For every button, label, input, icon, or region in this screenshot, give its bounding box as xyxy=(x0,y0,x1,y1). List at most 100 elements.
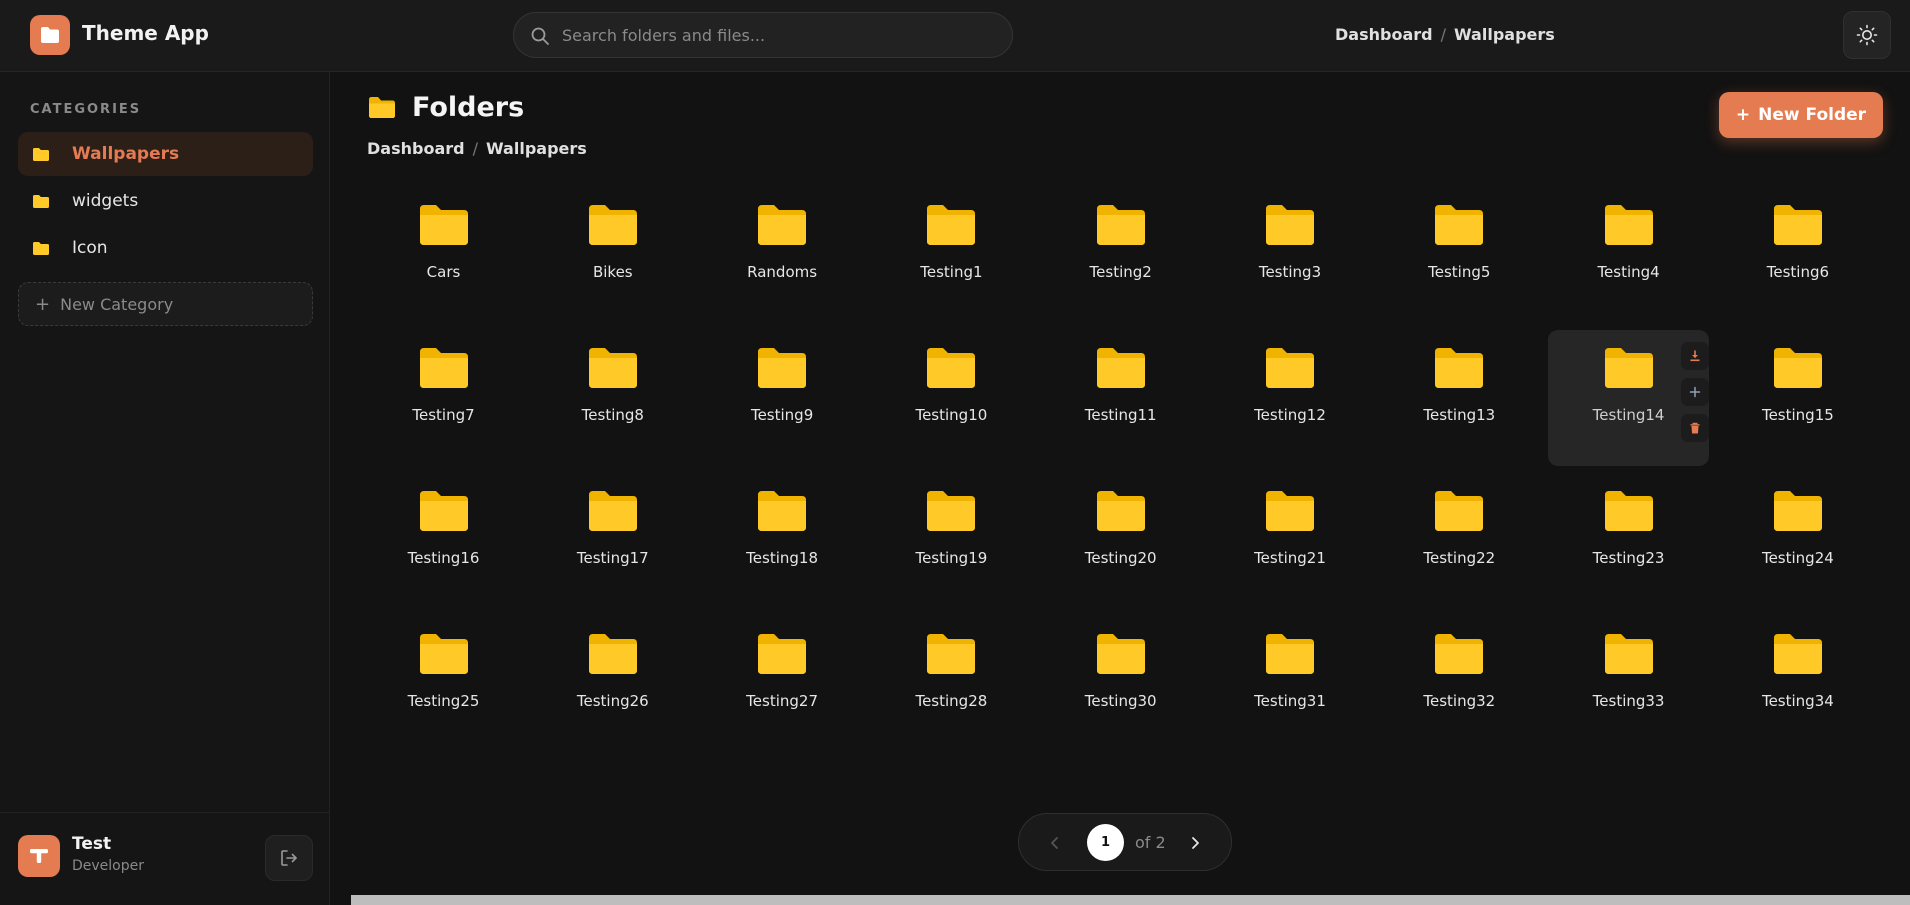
sidebar: CATEGORIES Wallpapers widgets Icon + New… xyxy=(0,72,330,905)
folder-item[interactable]: Testing20 xyxy=(1040,473,1201,609)
folder-name: Testing3 xyxy=(1258,263,1322,281)
breadcrumb-wallpapers[interactable]: Wallpapers xyxy=(1454,25,1555,44)
folder-item[interactable]: Randoms xyxy=(702,187,863,323)
folder-actions xyxy=(1681,342,1710,442)
folder-icon xyxy=(927,491,976,531)
folder-item[interactable]: Testing7 xyxy=(363,330,524,466)
avatar[interactable] xyxy=(18,835,60,877)
folder-item[interactable]: Testing16 xyxy=(363,473,524,609)
scrollbar-thumb[interactable] xyxy=(351,895,1910,905)
folder-item[interactable]: Testing13 xyxy=(1379,330,1540,466)
folder-icon xyxy=(1604,634,1653,674)
folder-icon xyxy=(1096,348,1145,388)
breadcrumb-separator: / xyxy=(1440,25,1446,44)
new-category-button[interactable]: + New Category xyxy=(18,282,313,326)
folder-item[interactable]: Testing2 xyxy=(1040,187,1201,323)
plus-icon: + xyxy=(35,293,51,315)
folder-icon xyxy=(927,634,976,674)
breadcrumb-dashboard[interactable]: Dashboard xyxy=(367,139,465,158)
categories-heading: CATEGORIES xyxy=(30,102,142,117)
folder-icon xyxy=(369,97,395,118)
folder-name: Testing34 xyxy=(1761,692,1834,710)
sidebar-item-widgets[interactable]: widgets xyxy=(18,179,313,223)
folder-item[interactable]: Bikes xyxy=(532,187,693,323)
folder-name: Testing5 xyxy=(1428,263,1491,281)
folder-item[interactable]: Testing26 xyxy=(532,616,693,752)
folder-item[interactable]: Testing22 xyxy=(1379,473,1540,609)
folder-item[interactable]: Testing1 xyxy=(871,187,1032,323)
folder-icon xyxy=(588,634,637,674)
folder-icon xyxy=(33,147,49,161)
folder-icon xyxy=(1096,634,1145,674)
search-input[interactable] xyxy=(562,13,992,57)
delete-folder-button[interactable] xyxy=(1681,414,1710,442)
app-logo[interactable] xyxy=(30,15,70,55)
folder-item[interactable]: Testing18 xyxy=(702,473,863,609)
sidebar-item-icon[interactable]: Icon xyxy=(18,226,313,270)
folder-icon xyxy=(1265,348,1314,388)
current-page[interactable]: 1 xyxy=(1087,824,1124,861)
horizontal-scrollbar[interactable] xyxy=(351,895,1910,905)
add-to-folder-button[interactable] xyxy=(1681,378,1710,406)
new-folder-label: New Folder xyxy=(1758,105,1867,125)
sidebar-item-wallpapers[interactable]: Wallpapers xyxy=(18,132,313,176)
folder-item[interactable]: Testing8 xyxy=(532,330,693,466)
folder-item[interactable]: Testing28 xyxy=(871,616,1032,752)
folder-item[interactable]: Testing17 xyxy=(532,473,693,609)
folder-item[interactable]: Testing25 xyxy=(363,616,524,752)
folder-name: Testing16 xyxy=(407,549,480,567)
folder-name: Testing18 xyxy=(746,549,818,567)
new-folder-button[interactable]: + New Folder xyxy=(1719,92,1883,138)
folder-item[interactable]: Testing32 xyxy=(1379,616,1540,752)
folder-item[interactable]: Testing33 xyxy=(1548,616,1709,752)
folder-name: Testing26 xyxy=(576,692,649,710)
folder-item[interactable]: Testing15 xyxy=(1717,330,1878,466)
next-page-button[interactable] xyxy=(1183,831,1207,855)
breadcrumb-dashboard[interactable]: Dashboard xyxy=(1335,25,1433,44)
folder-item[interactable]: Testing14 xyxy=(1548,330,1710,466)
folder-item[interactable]: Testing3 xyxy=(1209,187,1370,323)
folder-item[interactable]: Testing5 xyxy=(1379,187,1540,323)
folder-icon xyxy=(927,348,976,388)
folder-item[interactable]: Testing23 xyxy=(1548,473,1709,609)
download-folder-button[interactable] xyxy=(1681,342,1710,370)
breadcrumb-wallpapers[interactable]: Wallpapers xyxy=(486,139,587,158)
folder-icon xyxy=(588,205,637,245)
folder-item[interactable]: Testing4 xyxy=(1548,187,1709,323)
folder-name: Cars xyxy=(426,263,461,281)
folder-icon xyxy=(1773,348,1822,388)
folder-item[interactable]: Testing30 xyxy=(1040,616,1201,752)
search-bar[interactable] xyxy=(513,12,1013,58)
folder-item[interactable]: Testing21 xyxy=(1209,473,1370,609)
folder-name: Testing24 xyxy=(1761,549,1834,567)
folder-item[interactable]: Cars xyxy=(363,187,524,323)
user-initial-icon xyxy=(30,849,48,863)
breadcrumb-separator: / xyxy=(472,139,478,158)
folder-name: Testing33 xyxy=(1592,692,1665,710)
folder-item[interactable]: Testing9 xyxy=(702,330,863,466)
folder-item[interactable]: Testing12 xyxy=(1209,330,1370,466)
folder-item[interactable]: Testing6 xyxy=(1717,187,1878,323)
folder-item[interactable]: Testing34 xyxy=(1717,616,1878,752)
logout-button[interactable] xyxy=(265,835,313,881)
previous-page-button[interactable] xyxy=(1043,831,1067,855)
sidebar-item-label: Icon xyxy=(72,238,108,258)
folder-item[interactable]: Testing10 xyxy=(871,330,1032,466)
app-title: Theme App xyxy=(82,21,209,45)
header-breadcrumb: Dashboard / Wallpapers xyxy=(1335,25,1555,44)
folder-icon xyxy=(419,205,468,245)
folder-icon xyxy=(758,491,807,531)
theme-toggle-button[interactable] xyxy=(1843,11,1891,59)
folder-item[interactable]: Testing11 xyxy=(1040,330,1201,466)
folder-item[interactable]: Testing31 xyxy=(1209,616,1370,752)
folder-name: Bikes xyxy=(592,263,633,281)
folder-icon xyxy=(1773,634,1822,674)
folder-item[interactable]: Testing19 xyxy=(871,473,1032,609)
folder-name: Testing27 xyxy=(746,692,818,710)
folder-name: Testing15 xyxy=(1761,406,1834,424)
folder-icon xyxy=(419,348,468,388)
folder-item[interactable]: Testing27 xyxy=(702,616,863,752)
folder-icon xyxy=(1265,491,1314,531)
sun-icon xyxy=(1856,24,1878,46)
folder-item[interactable]: Testing24 xyxy=(1717,473,1878,609)
